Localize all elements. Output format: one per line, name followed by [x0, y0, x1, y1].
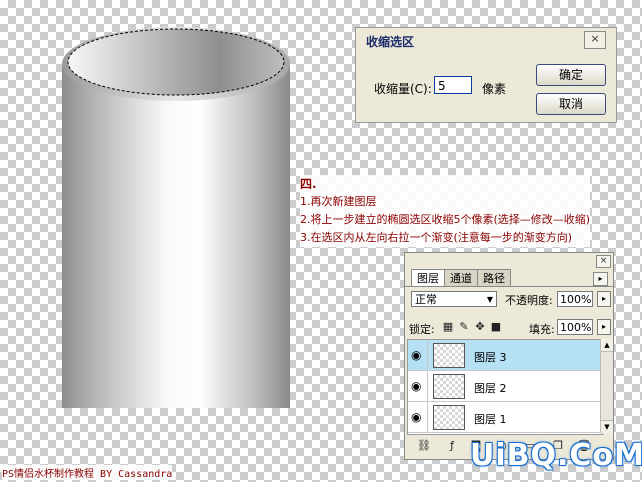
fill-label: 填充: [529, 323, 555, 336]
row-divider [427, 340, 428, 370]
fill-slider-arrow-icon[interactable]: ▸ [597, 319, 611, 335]
tutorial-credit: PS情侣水杯制作教程 BY Cassandra [2, 465, 173, 480]
step-line: 1.再次新建图层 [300, 195, 377, 208]
opacity-input[interactable]: 100% [557, 291, 593, 307]
panel-close-icon[interactable]: × [596, 255, 611, 268]
panel-tabs: 图层 通道 路径 [411, 269, 511, 287]
dialog-close-button[interactable]: × [584, 31, 606, 49]
lock-transparency-icon[interactable]: ▦ [441, 320, 455, 333]
chevron-down-icon: ▼ [486, 295, 493, 304]
step-line: 2.将上一步建立的椭圆选区收缩5个像素(选择—修改—收缩) [300, 213, 591, 226]
layers-panel: × 图层 通道 路径 ▸ 正常 ▼ 不透明度: 100% ▸ 锁定: ▦ ✎ ✥ ■… [404, 252, 614, 460]
row-divider [427, 402, 428, 432]
layer-row[interactable]: ◉ 图层 3 [408, 340, 602, 371]
lock-label: 锁定: [409, 323, 435, 336]
contract-selection-dialog: 收缩选区 × 收缩量(C): 5 像素 确定 取消 [355, 27, 617, 123]
layer-list-scrollbar[interactable]: ▲ ▼ [600, 339, 613, 433]
contract-amount-input[interactable]: 5 [434, 76, 472, 94]
tab-paths[interactable]: 路径 [477, 269, 511, 287]
fill-input[interactable]: 100% [557, 319, 593, 335]
layer-thumbnail [433, 374, 465, 399]
eye-icon[interactable]: ◉ [411, 379, 421, 393]
pixel-unit-label: 像素 [482, 82, 507, 96]
layer-name: 图层 2 [474, 382, 507, 395]
cancel-button[interactable]: 取消 [536, 93, 606, 115]
cylinder-body [62, 64, 290, 408]
row-divider [427, 371, 428, 401]
ok-button[interactable]: 确定 [536, 64, 606, 86]
link-layers-icon[interactable]: ⛓ [417, 439, 431, 452]
layer-style-icon[interactable]: ƒ [445, 439, 459, 452]
layer-name: 图层 3 [474, 351, 507, 364]
tab-channels[interactable]: 通道 [444, 269, 478, 287]
scroll-up-icon[interactable]: ▲ [601, 339, 613, 352]
blend-mode-value: 正常 [415, 293, 437, 306]
tab-layers[interactable]: 图层 [411, 269, 445, 287]
eye-icon[interactable]: ◉ [411, 410, 421, 424]
eye-icon[interactable]: ◉ [411, 348, 421, 362]
opacity-label: 不透明度: [505, 294, 553, 307]
step-line: 3.在选区内从左向右拉一个渐变(注意每一步的渐变方向) [300, 231, 573, 244]
layer-thumbnail [433, 343, 465, 368]
layer-name: 图层 1 [474, 413, 507, 426]
panel-menu-icon[interactable]: ▸ [593, 272, 608, 286]
step-heading: 四. [300, 177, 317, 191]
dialog-title: 收缩选区 [366, 35, 415, 49]
lock-position-move-icon[interactable]: ✥ [473, 320, 487, 333]
blend-mode-select[interactable]: 正常 ▼ [411, 291, 497, 307]
scroll-down-icon[interactable]: ▼ [601, 420, 613, 433]
lock-all-icon[interactable]: ■ [489, 320, 503, 333]
layer-row[interactable]: ◉ 图层 1 [408, 402, 602, 433]
tab-divider [405, 286, 613, 287]
site-watermark: UiBQ.CoM [470, 438, 642, 473]
layer-list: ◉ 图层 3 ◉ 图层 2 ◉ 图层 1 [407, 339, 603, 435]
opacity-slider-arrow-icon[interactable]: ▸ [597, 291, 611, 307]
lock-image-brush-icon[interactable]: ✎ [457, 320, 471, 333]
contract-amount-label: 收缩量(C): [374, 82, 432, 96]
instruction-text: 四. 1.再次新建图层 2.将上一步建立的椭圆选区收缩5个像素(选择—修改—收缩… [300, 175, 591, 247]
layer-row[interactable]: ◉ 图层 2 [408, 371, 602, 402]
layer-thumbnail [433, 405, 465, 430]
